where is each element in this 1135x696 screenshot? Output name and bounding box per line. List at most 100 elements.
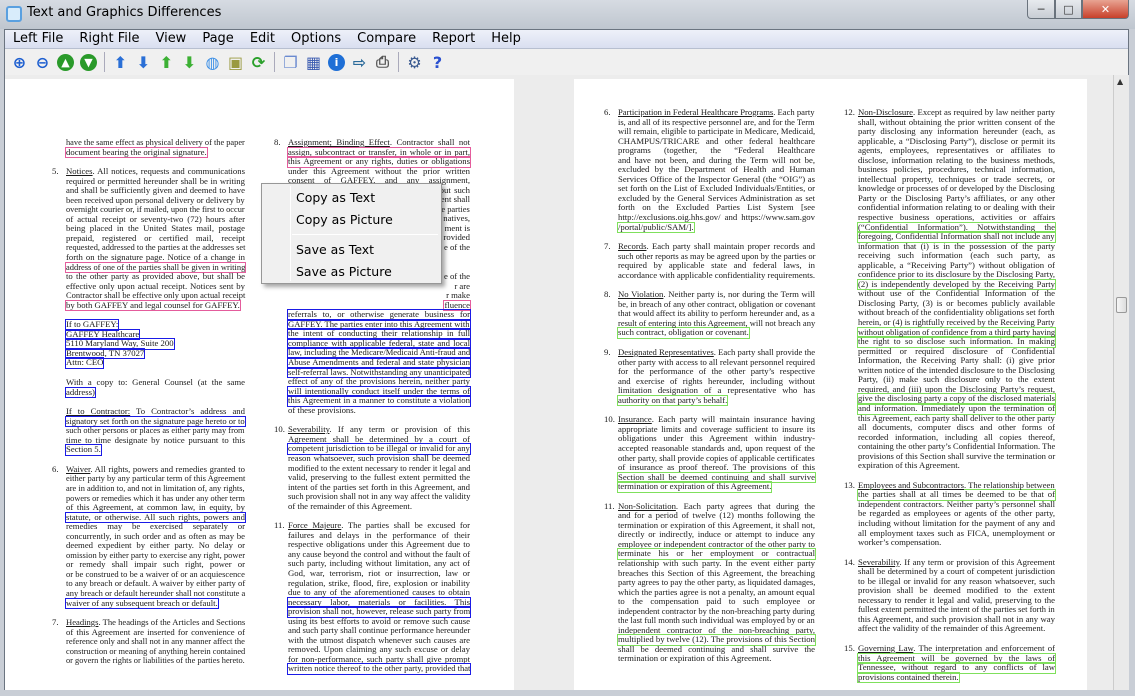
text-line: being placed in the United States mail, …	[66, 224, 245, 234]
difference-highlight: fluence	[443, 299, 471, 311]
scroll-up-arrow-icon[interactable]: ▲	[1117, 77, 1123, 86]
menu-view[interactable]: View	[147, 30, 194, 48]
text-line: Insurance. Each party will maintain insu…	[618, 415, 815, 425]
difference-highlight: written notice thereof to the other part…	[287, 663, 471, 675]
text-line: of actual receipt or seventy-two (72) ho…	[66, 214, 245, 224]
text-line: of the remainder of this Agreement.	[288, 500, 412, 511]
zoom-in-button[interactable]: ⊕	[8, 51, 31, 73]
menu-help[interactable]: Help	[483, 30, 529, 48]
text-line: without use of the Confidential Informat…	[858, 289, 1055, 299]
maximize-button[interactable]: □	[1055, 0, 1082, 19]
next-difference-button[interactable]: ⬇	[132, 51, 155, 73]
text-line: confidence prior to its disclosure by th…	[858, 269, 1055, 280]
previous-difference-button[interactable]: ⬆	[109, 51, 132, 73]
document-section: If to GAFFEY: GAFFEY Healthcare 5110 Maryl…	[52, 320, 245, 369]
copy-as-text-menu-item[interactable]: Copy as Text	[296, 188, 375, 208]
close-button[interactable]: ✕	[1082, 0, 1129, 19]
document-section: 9. Designated Representatives. Each party…	[604, 347, 815, 406]
globe-button[interactable]: ◍	[201, 51, 224, 73]
document-refresh-button[interactable]: ▣	[224, 51, 247, 73]
menu-bar: Left File Right File View Page Edit Opti…	[5, 30, 1128, 49]
section-title: Participation in Federal Healthcare Prog…	[618, 107, 774, 117]
vertical-scrollbar[interactable]: ▲	[1113, 75, 1129, 690]
difference-highlight: competent jurisdiction to be illegal or …	[287, 443, 471, 455]
text-line: provisions of this Section shall survive…	[858, 450, 1056, 461]
text-line: will remain, eligible to participate in …	[618, 126, 816, 137]
printer-button[interactable]: ⎙	[371, 51, 394, 73]
menu-compare[interactable]: Compare	[349, 30, 424, 48]
difference-highlight: waiver of any subsequent breach or defau…	[65, 597, 219, 609]
first-difference-icon: ⬆	[159, 52, 174, 72]
difference-highlight: Section 5.	[65, 444, 102, 456]
text-line: affect the validity of the remainder of …	[858, 623, 1046, 634]
zoom-out-button[interactable]: ⊖	[31, 51, 54, 73]
text-line: disclose, information relating to the bu…	[858, 155, 1055, 165]
previous-page-button[interactable]: ▲	[54, 51, 77, 73]
text-line: effect of any of the provisions herein, …	[288, 377, 470, 387]
document-section: 12. Non-Disclosure. Except as required by…	[844, 107, 1056, 471]
last-difference-button[interactable]: ⬇	[178, 51, 201, 73]
text-line: business policies, procedures, technical…	[858, 165, 1055, 175]
refresh-button[interactable]: ⟳	[247, 51, 270, 73]
next-page-button[interactable]: ▼	[77, 51, 100, 73]
difference-highlight: without obligation of confidence from a …	[857, 326, 1056, 338]
section-title: Non-Disclosure	[858, 108, 914, 117]
section-number: 15.	[844, 642, 855, 653]
settings-gear-button[interactable]: ⚙	[403, 51, 426, 73]
menu-left-file[interactable]: Left File	[5, 30, 71, 48]
difference-highlight: foregoing, Confidential Information shal…	[857, 231, 1056, 243]
text-line: shall be determined by a court of compet…	[858, 567, 1055, 577]
text-line: any cause beyond the control and without…	[288, 548, 471, 559]
info-icon: i	[328, 53, 345, 71]
text-line: party disclosing any information hereund…	[858, 127, 1055, 137]
previous-difference-icon: ⬆	[113, 52, 128, 72]
text-line: such other reports as may be agreed upon…	[618, 250, 816, 261]
text-line: other party, shall provide copies of app…	[618, 452, 815, 463]
section-number: 12.	[844, 107, 855, 117]
text-line: of these provisions.	[288, 404, 356, 415]
copy-as-picture-menu-item[interactable]: Copy as Picture	[296, 210, 393, 230]
menu-page[interactable]: Page	[194, 30, 241, 48]
text-line: termination or expiration of this Agreem…	[618, 520, 815, 530]
save-as-picture-menu-item[interactable]: Save as Picture	[296, 262, 392, 282]
picture-button[interactable]: ▦	[302, 51, 325, 73]
document-section: If to Contractor: To Contractor’s addres…	[52, 407, 246, 456]
text-line: this Agreement, each party shall deliver…	[858, 412, 1055, 423]
first-difference-button[interactable]: ⬆	[155, 51, 178, 73]
document-section: With a copy to: General Counsel (at the …	[52, 378, 245, 398]
text-line: confidential information relating to or …	[858, 203, 1055, 213]
difference-highlight: Attn: CEO	[65, 357, 104, 369]
section-number: 10.	[604, 414, 615, 425]
text-line: have the same effect as physical deliver…	[66, 137, 245, 147]
document-section: 5. Notices. All notices, requests and com…	[52, 167, 246, 311]
difference-highlight: this Agreement or any rights, duties or …	[287, 156, 471, 168]
scrollbar-thumb[interactable]	[1116, 297, 1127, 313]
section-title: Employees and Subcontractors	[858, 479, 964, 490]
menu-report[interactable]: Report	[424, 30, 483, 48]
text-line: Severability. If any term or provision o…	[858, 557, 1055, 567]
text-line: failures and delays in the performance o…	[288, 530, 470, 540]
menu-edit[interactable]: Edit	[242, 30, 283, 48]
next-difference-icon: ⬇	[136, 52, 151, 72]
menu-right-file[interactable]: Right File	[71, 30, 147, 48]
save-as-text-menu-item[interactable]: Save as Text	[296, 240, 374, 260]
document-section: 14. Severability. If any term or provisio…	[844, 557, 1055, 634]
copy-pages-button[interactable]: ❐	[279, 51, 302, 73]
text-line: or govern the rights or liabilities of t…	[66, 655, 245, 666]
minimize-button[interactable]: ─	[1027, 0, 1055, 19]
difference-highlight: terminate his or her employment or contr…	[617, 548, 816, 560]
section-number: 11.	[604, 500, 615, 511]
info-button[interactable]: i	[325, 51, 348, 73]
menu-options[interactable]: Options	[283, 30, 349, 48]
text-line: written notice of the intended disclosur…	[858, 364, 1055, 375]
text-line: worker’s compensation.	[858, 537, 942, 548]
document-section: 13. Employees and Subcontractors. The rel…	[844, 479, 1056, 548]
section-number: 9.	[604, 347, 611, 358]
toolbar: ⊕ ⊖ ▲ ▼ ⬆ ⬇ ⬆ ⬇ ◍ ▣ ⟳ ❐ ▦ i ⇨ ⎙ ⚙?	[5, 50, 1128, 74]
help-button[interactable]: ?	[426, 51, 449, 73]
text-line: to be illegal or invalid for any reason …	[858, 576, 1055, 586]
text-line: excluded by the Department of Health and…	[618, 165, 815, 175]
text-line: fullest extent permitted the intent of t…	[858, 604, 1055, 615]
text-line: Contractor shall be effective only upon …	[66, 290, 246, 301]
export-button[interactable]: ⇨	[348, 51, 371, 73]
